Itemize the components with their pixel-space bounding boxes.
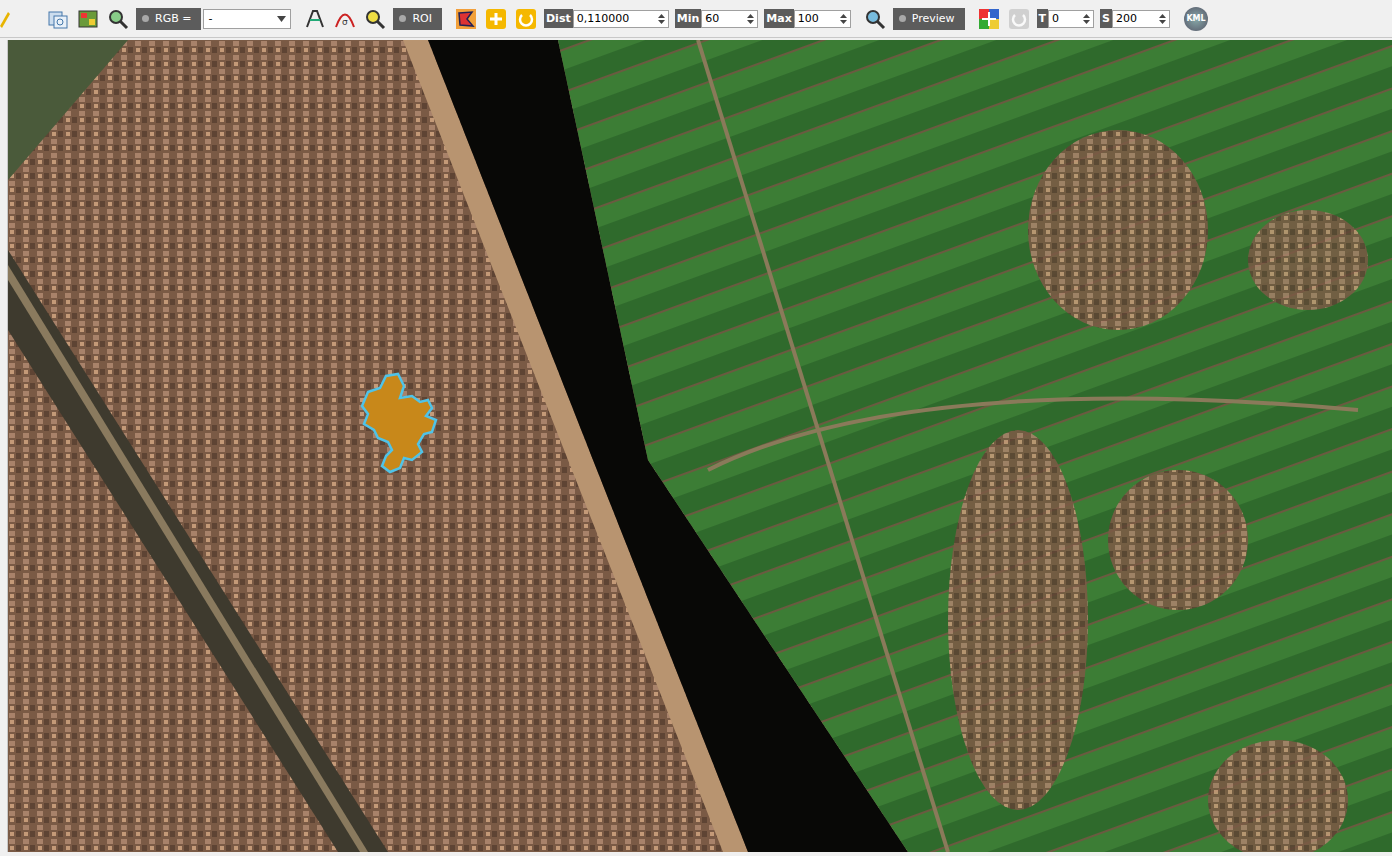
rgb-toggle[interactable]: RGB = [136,8,201,30]
spin-label: Dist [544,9,573,28]
band-set-icon[interactable] [76,7,100,31]
region-grow-icon[interactable] [514,7,538,31]
panel-edge [0,40,8,852]
spin-label: S [1100,9,1112,28]
zoom-roi-icon[interactable] [363,7,387,31]
kml-button[interactable]: KML [1184,7,1208,31]
app-window: RGB = - σ ROI Dist 0,110000 Min 60 Max 1… [0,0,1392,856]
dist-field: Dist 0,110000 [544,9,669,28]
spin-field[interactable]: 200 [1112,10,1170,28]
t-field: T 0 [1037,9,1095,28]
roi-polygon-icon[interactable] [454,7,478,31]
layers-icon[interactable] [46,7,70,31]
edit-pencil-icon[interactable] [0,7,10,31]
spin-label: T [1037,9,1049,28]
spin-label: Max [764,9,793,28]
spin-arrows-icon[interactable] [746,12,755,26]
spin-field[interactable]: 0 [1048,10,1094,28]
redo-icon[interactable] [1007,7,1031,31]
spin-field[interactable]: 60 [701,10,758,28]
add-icon[interactable] [484,7,508,31]
roi-toggle[interactable]: ROI [393,8,442,30]
toolbar: RGB = - σ ROI Dist 0,110000 Min 60 Max 1… [0,0,1392,38]
preview-toggle[interactable]: Preview [893,8,965,30]
radio-dot-icon [899,15,906,22]
spin-arrows-icon[interactable] [1158,12,1167,26]
spin-arrows-icon[interactable] [839,12,848,26]
dropdown-arrow-icon [277,12,286,25]
stddev-icon[interactable]: σ [333,7,357,31]
spin-field[interactable]: 100 [794,10,851,28]
max-field: Max 100 [764,9,850,28]
map-panel [0,40,1392,852]
spin-field[interactable]: 0,110000 [573,10,669,28]
rgb-dropdown[interactable]: - [203,9,291,29]
svg-text:σ: σ [342,17,348,27]
spin-arrows-icon[interactable] [657,12,666,26]
roi-preview-shape[interactable] [362,374,436,472]
radio-dot-icon [399,15,406,22]
satellite-map[interactable] [8,40,1392,852]
s-field: S 200 [1100,9,1170,28]
zoom-image-icon[interactable] [106,7,130,31]
classification-preview-icon[interactable] [977,7,1001,31]
radio-dot-icon [142,15,149,22]
zoom-preview-icon[interactable] [863,7,887,31]
min-field: Min 60 [675,9,759,28]
spin-label: Min [675,9,702,28]
spin-arrows-icon[interactable] [1082,12,1091,26]
stretch-icon[interactable] [303,7,327,31]
